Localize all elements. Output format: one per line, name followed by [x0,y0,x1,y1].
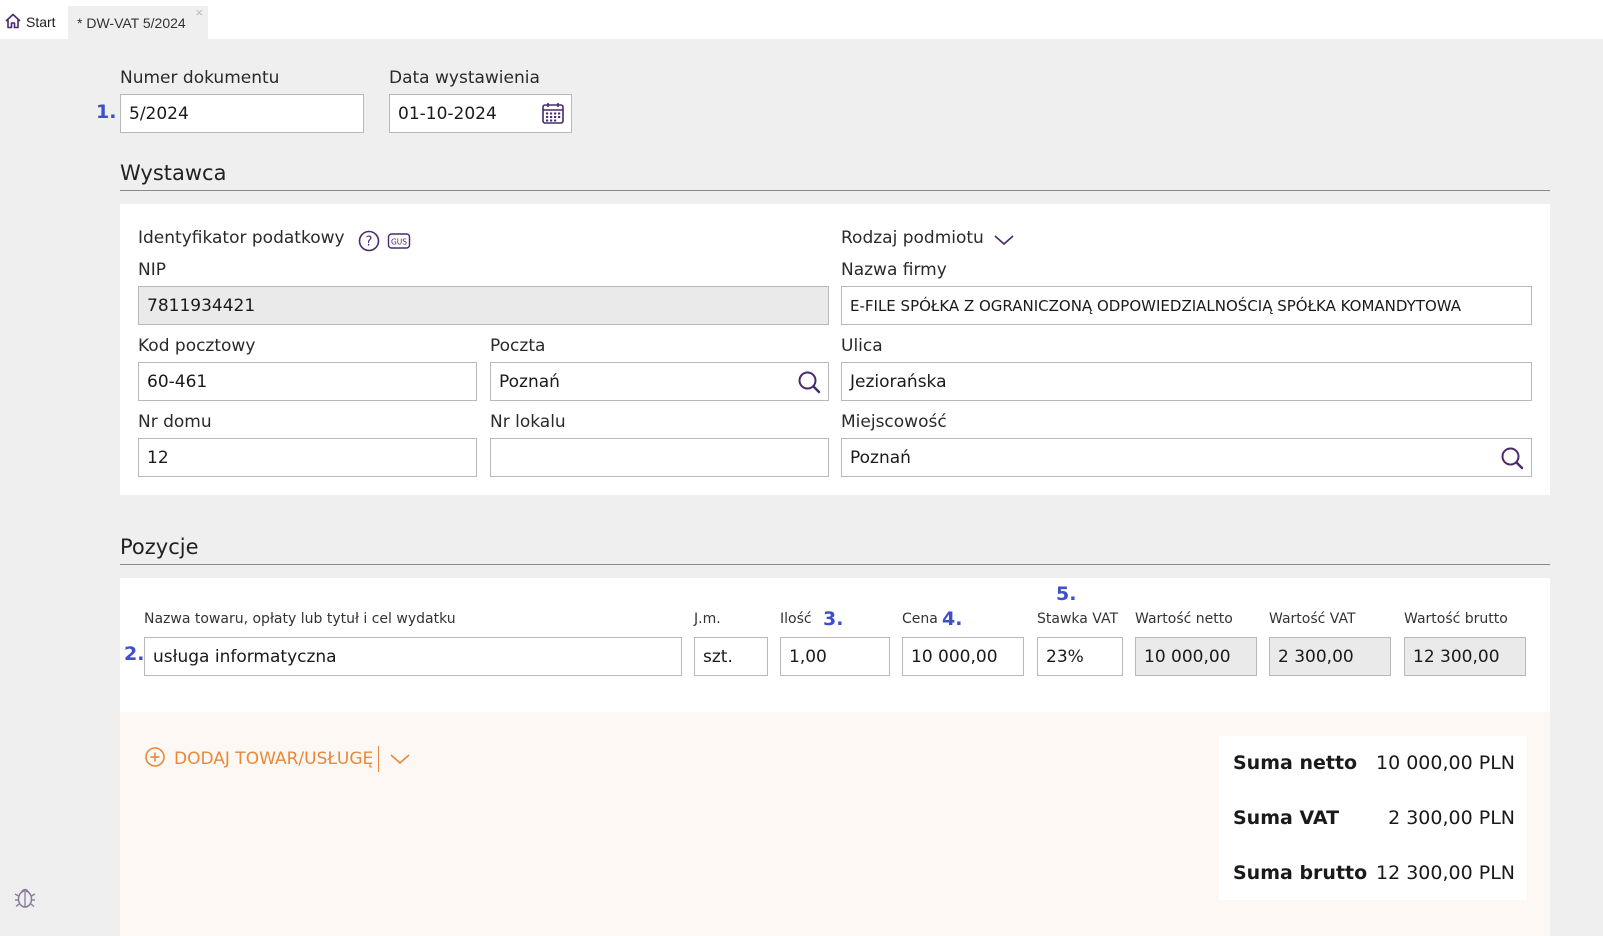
col-qty-header: Ilość [780,611,812,627]
home-icon [4,12,22,33]
marker-1: 1. [96,101,117,123]
entity-type-label: Rodzaj podmiotu [841,228,984,248]
chevron-down-icon[interactable] [388,748,412,770]
issue-date-label: Data wystawienia [389,68,540,88]
item-price-input[interactable]: 10 000,00 [902,637,1024,676]
item-vat-rate-input[interactable]: 23% [1037,637,1123,676]
item-qty-input[interactable]: 1,00 [780,637,890,676]
search-icon[interactable] [796,369,822,395]
summary-net-row: Suma netto 10 000,00 PLN [1219,736,1527,790]
summary-gross-label: Suma brutto [1233,862,1368,884]
summary-gross-row: Suma brutto 12 300,00 PLN [1219,846,1527,900]
items-section-title: Pozycje [120,535,199,559]
city-input[interactable]: Poznań [841,438,1532,477]
issuer-section-title: Wystawca [120,161,227,185]
tab-start[interactable]: Start [4,11,56,33]
doc-number-label: Numer dokumentu [120,68,280,88]
col-vat-rate-header: Stawka VAT [1037,611,1119,627]
house-no-input[interactable]: 12 [138,438,477,477]
add-item-label: DODAJ TOWAR/USŁUGĘ [174,749,374,769]
postal-code-label: Kod pocztowy [138,336,256,356]
tab-document[interactable]: * DW-VAT 5/2024 × [68,5,208,39]
tax-id-heading: Identyfikator podatkowy [138,228,345,248]
tab-bar: Start * DW-VAT 5/2024 × [0,0,1603,39]
gus-icon[interactable]: GUS [387,229,411,253]
summary-vat-label: Suma VAT [1233,807,1340,829]
add-item-button[interactable]: DODAJ TOWAR/USŁUGĘ [144,746,373,772]
tab-start-label: Start [26,14,56,30]
tab-document-label: * DW-VAT 5/2024 [77,14,186,31]
add-item-separator [378,746,379,772]
summary-vat-value: 2 300,00 PLN [1388,807,1515,829]
col-name-header: Nazwa towaru, opłaty lub tytuł i cel wyd… [144,611,456,627]
summary-gross-value: 12 300,00 PLN [1376,862,1515,884]
marker-2: 2. [124,643,145,665]
marker-3: 3. [823,608,844,630]
post-office-value: Poznań [499,371,560,392]
marker-5: 5. [1056,583,1077,605]
city-value: Poznań [850,447,911,468]
col-vat-header: Wartość VAT [1269,611,1356,627]
unit-no-input[interactable] [490,438,829,477]
bug-icon[interactable] [12,884,38,910]
nip-label: NIP [138,260,166,280]
item-unit-input[interactable]: szt. [694,637,768,676]
help-icon[interactable]: ? [357,229,381,253]
col-price-header: Cena [902,611,938,627]
col-unit-header: J.m. [694,611,721,627]
company-name-input[interactable]: E-FILE SPÓŁKA Z OGRANICZONĄ ODPOWIEDZIAL… [841,286,1532,325]
item-gross-value: 12 300,00 [1404,637,1526,676]
calendar-icon[interactable] [540,100,566,126]
summary-net-label: Suma netto [1233,752,1358,774]
item-net-value: 10 000,00 [1135,637,1257,676]
svg-text:?: ? [366,235,373,250]
marker-4: 4. [942,608,963,630]
plus-circle-icon [144,746,166,773]
company-name-label: Nazwa firmy [841,260,947,280]
post-office-label: Poczta [490,336,546,356]
issue-date-value: 01-10-2024 [398,103,497,124]
summary-vat-row: Suma VAT 2 300,00 PLN [1219,791,1527,845]
item-vat-value: 2 300,00 [1269,637,1391,676]
unit-no-label: Nr lokalu [490,412,566,432]
summary-net-value: 10 000,00 PLN [1376,752,1515,774]
street-label: Ulica [841,336,883,356]
summary-box: Suma netto 10 000,00 PLN Suma VAT 2 300,… [1219,736,1527,900]
issuer-section-divider [120,190,1550,191]
search-icon[interactable] [1499,445,1525,471]
col-net-header: Wartość netto [1135,611,1233,627]
close-icon[interactable]: × [195,5,203,20]
street-input[interactable]: Jeziorańska [841,362,1532,401]
col-gross-header: Wartość brutto [1404,611,1508,627]
city-label: Miejscowość [841,412,947,432]
postal-code-input[interactable]: 60-461 [138,362,477,401]
nip-input[interactable]: 7811934421 [138,286,829,325]
post-office-input[interactable]: Poznań [490,362,829,401]
svg-text:GUS: GUS [391,238,407,247]
chevron-down-icon[interactable] [992,230,1016,250]
items-section-divider [120,564,1550,565]
doc-number-input[interactable]: 5/2024 [120,94,364,133]
item-name-input[interactable]: usługa informatyczna [144,637,682,676]
house-no-label: Nr domu [138,412,212,432]
